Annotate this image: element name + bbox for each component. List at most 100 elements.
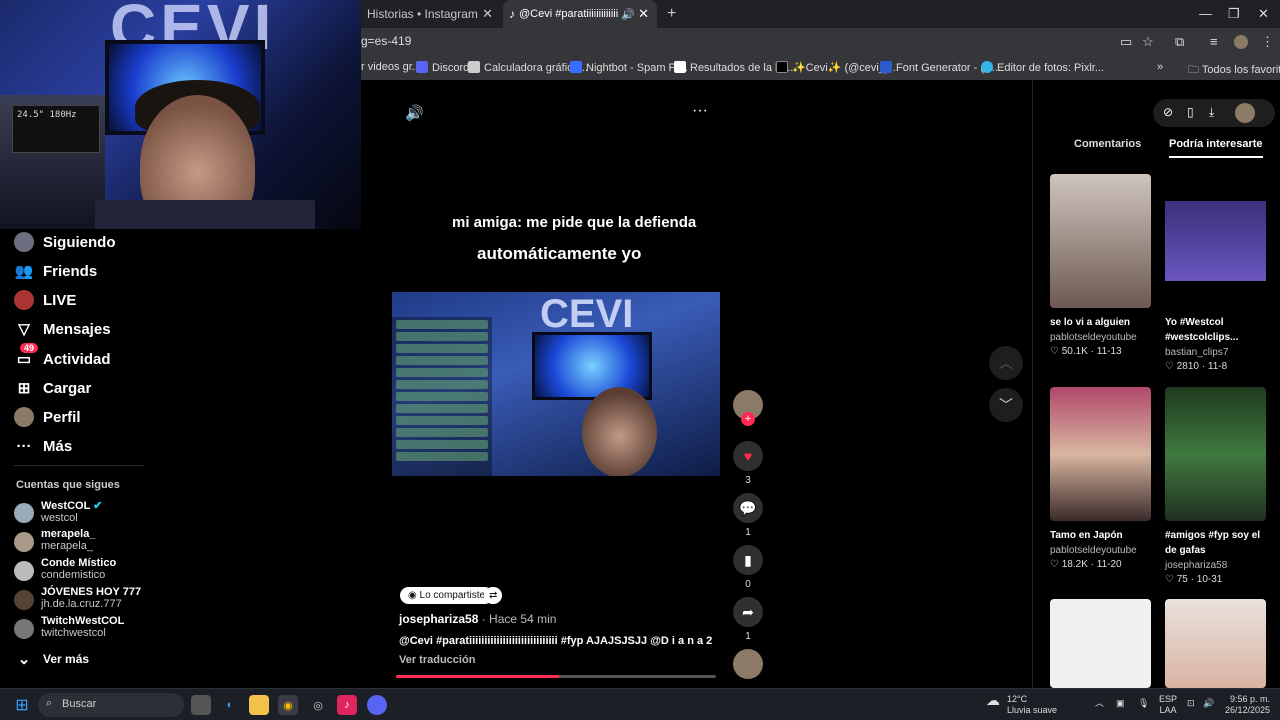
tab-comments[interactable]: Comentarios	[1074, 138, 1141, 150]
url-text[interactable]: g=es-419	[361, 34, 411, 48]
cast-icon[interactable]: ▭	[1120, 34, 1132, 50]
tab-title: Historias • Instagram	[367, 7, 478, 21]
followed-account[interactable]: TwitchWestCOL twitchwestcol	[14, 615, 124, 639]
video-thumbnail	[1165, 387, 1266, 521]
comment-button[interactable]: 💬 1	[733, 493, 763, 538]
following-avatar-icon	[14, 232, 34, 252]
file-explorer-icon[interactable]	[249, 695, 269, 715]
suggested-video-card[interactable]: #amigos #fyp soy el de gafas josephariza…	[1165, 387, 1267, 585]
shared-pill[interactable]: ◉ Lo compartiste	[400, 587, 494, 604]
video-author[interactable]: josephariza58 · Hace 54 min	[399, 612, 556, 626]
tab-suggested[interactable]: Podría interesarte	[1169, 138, 1263, 158]
bookmark-item[interactable]: Editor de fotos: Pixlr...	[981, 61, 1104, 74]
speaker-icon[interactable]: 🔊	[621, 8, 635, 21]
suggested-video-card[interactable]	[1050, 599, 1152, 688]
chevron-up-icon: ︿	[999, 355, 1013, 371]
restore-icon[interactable]: ❐	[1228, 6, 1240, 22]
compass-icon[interactable]: ⊘	[1163, 105, 1173, 119]
sidebar-item-messages[interactable]: ▽ Mensajes	[14, 319, 110, 339]
edge-icon[interactable]: ◐	[220, 695, 240, 715]
volume-icon[interactable]: 🔊	[1203, 698, 1214, 709]
tray-app-icon[interactable]: ▣	[1116, 698, 1125, 709]
suggested-video-card[interactable]	[1165, 599, 1267, 688]
following-heading: Cuentas que sigues	[16, 479, 120, 491]
followed-account[interactable]: merapela_ merapela_	[14, 528, 95, 552]
avatar	[14, 619, 34, 639]
sidebar-item-profile[interactable]: Perfil	[14, 407, 81, 427]
tab-tiktok[interactable]: ♪ @Cevi #paratiiiiiiiiiiiiiiiiiiiiiiiiii…	[503, 0, 657, 28]
mobile-icon[interactable]: ▯	[1187, 105, 1194, 119]
bookmark-item[interactable]: r videos gr...	[361, 61, 421, 73]
calculator-icon	[468, 61, 480, 73]
followed-account[interactable]: JÓVENES HOY 777 jh.de.la.cruz.777	[14, 586, 141, 610]
chevron-right-icon[interactable]: »	[1157, 61, 1163, 73]
close-icon[interactable]: ✕	[638, 6, 649, 22]
video-thumbnail	[1165, 599, 1266, 688]
taskbar-search[interactable]: ⌕ Buscar	[38, 693, 184, 717]
video-description: @Cevi #paratiiiiiiiiiiiiiiiiiiiiiiiiiiii…	[399, 635, 713, 647]
followed-account[interactable]: Conde Místico condemistico	[14, 557, 116, 581]
video-player[interactable]: 🔊 ··· mi amiga: me pide que la defienda …	[361, 80, 1032, 688]
windows-start-icon[interactable]: ⊞	[12, 695, 32, 715]
follow-plus-icon[interactable]: +	[741, 412, 755, 426]
suggested-video-card[interactable]: Yo #Westcol #westcolclips... bastian_cli…	[1165, 174, 1267, 372]
profile-avatar-icon[interactable]	[1235, 103, 1255, 123]
menu-kebab-icon[interactable]: ⋮	[1261, 34, 1274, 50]
volume-icon[interactable]: 🔊	[405, 104, 424, 122]
weather-widget[interactable]: 12°C Lluvia suave	[1007, 694, 1057, 716]
task-view-icon[interactable]	[191, 695, 211, 715]
sidebar-item-following[interactable]: Siguiendo	[14, 232, 116, 252]
sidebar-item-activity[interactable]: ▭ 49 Actividad	[14, 343, 111, 369]
chrome-icon[interactable]: ◉	[278, 695, 298, 715]
minimize-icon[interactable]: —	[1199, 6, 1212, 21]
see-more-button[interactable]: ⌄ Ver más	[14, 649, 89, 669]
next-video-button[interactable]: ﹀	[989, 388, 1023, 422]
sound-avatar-button[interactable]	[733, 649, 763, 679]
sidebar-item-upload[interactable]: ⊞ Cargar	[14, 378, 92, 398]
sidebar-item-live[interactable]: LIVE	[14, 290, 76, 310]
profile-avatar-icon[interactable]	[1234, 35, 1248, 49]
video-thumbnail	[1050, 387, 1151, 521]
like-button[interactable]: ♥ 3	[733, 441, 763, 486]
suggested-video-card[interactable]: Tamo en Japón pablotseldeyoutube ♡ 18.2K…	[1050, 387, 1152, 570]
all-favorites-folder[interactable]: 🗀 Todos los favoritos	[1188, 61, 1280, 80]
address-bar[interactable]: g=es-419 ▭ ☆ ⧉ ≡ ⋮	[361, 28, 1280, 56]
sidebar-item-more[interactable]: ··· Más	[14, 436, 73, 456]
webcam-person-shirt	[95, 200, 315, 229]
repost-icon[interactable]: ⇄	[484, 587, 503, 604]
obs-icon[interactable]: ◎	[308, 695, 328, 715]
previous-video-button[interactable]: ︿	[989, 346, 1023, 380]
tiktok-sidebar: Siguiendo 👥 Friends LIVE ▽ Mensajes ▭ 49 Act…	[0, 229, 361, 688]
chevron-up-icon[interactable]: ︿	[1095, 698, 1104, 709]
star-icon[interactable]: ☆	[1142, 34, 1154, 50]
close-icon[interactable]: ✕	[482, 6, 493, 22]
tiktok-live-icon[interactable]: ♪	[337, 695, 357, 715]
clock[interactable]: 9:56 p. m. 26/12/2025	[1224, 694, 1270, 716]
suggested-video-card[interactable]: se lo vi a alguien pablotseldeyoutube ♡ …	[1050, 174, 1152, 357]
download-icon[interactable]: ⤓	[1209, 105, 1214, 120]
share-button[interactable]: ➦ 1	[733, 597, 763, 642]
video-caption-line2: automáticamente yo	[477, 244, 642, 263]
media-control-icon[interactable]: ≡	[1210, 34, 1218, 49]
network-icon[interactable]: ⊡	[1187, 698, 1195, 709]
author-avatar-button[interactable]: +	[733, 390, 763, 426]
translate-link[interactable]: Ver traducción	[399, 654, 475, 666]
browser-tab-bar: Historias • Instagram ✕ ♪ @Cevi #paratii…	[361, 0, 1280, 28]
microphone-icon[interactable]: 🎙	[1138, 698, 1149, 709]
sidebar-item-friends[interactable]: 👥 Friends	[14, 261, 98, 281]
tab-instagram[interactable]: Historias • Instagram ✕	[361, 0, 501, 28]
video-progress-bar[interactable]	[396, 675, 716, 678]
discord-icon[interactable]	[367, 695, 387, 715]
bookmark-icon: ▮	[733, 545, 763, 575]
save-button[interactable]: ▮ 0	[733, 545, 763, 590]
chevron-down-icon: ⌄	[17, 651, 31, 668]
followed-account[interactable]: WestCOL ✔ westcol	[14, 499, 102, 524]
extensions-icon[interactable]: ⧉	[1175, 34, 1184, 50]
bookmark-item[interactable]: Nightbot - Spam Pr...	[570, 61, 688, 74]
bookmark-item[interactable]: Discord	[416, 61, 469, 74]
language-indicator[interactable]: ESP LAA	[1159, 694, 1177, 716]
close-window-icon[interactable]: ✕	[1258, 6, 1269, 22]
more-options-icon[interactable]: ···	[692, 102, 708, 120]
tab-title: @Cevi #paratiiiiiiiiiiiiiiiiiiiiiiiiiiii…	[519, 8, 619, 20]
new-tab-button[interactable]: +	[661, 0, 681, 28]
